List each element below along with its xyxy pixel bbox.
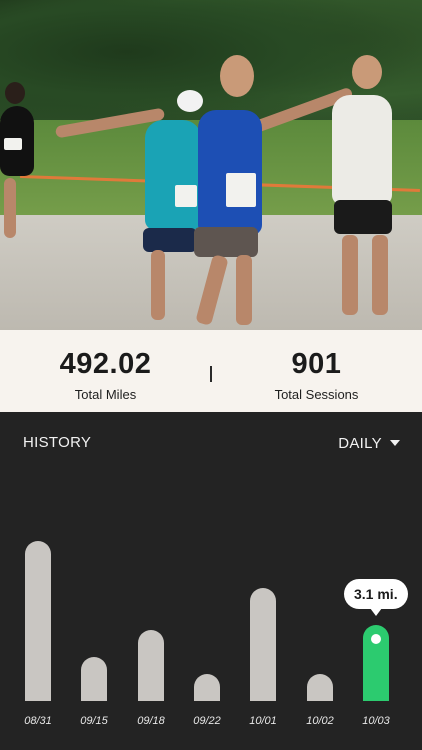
chart-bar[interactable] — [81, 657, 107, 701]
hero-photo — [0, 0, 422, 330]
runner-main — [54, 55, 354, 330]
chart-bar[interactable] — [307, 674, 333, 701]
x-axis-label: 08/31 — [24, 715, 52, 727]
runner-right — [322, 55, 422, 330]
x-axis-label: 10/03 — [362, 715, 390, 727]
x-axis-label: 09/22 — [193, 715, 221, 727]
total-miles-value: 492.02 — [59, 348, 152, 380]
total-miles-stat: 492.02 Total Miles — [0, 330, 211, 412]
total-sessions-value: 901 — [291, 348, 342, 380]
total-sessions-stat: 901 Total Sessions — [211, 330, 422, 412]
value-tooltip: 3.1 mi. — [344, 579, 408, 616]
x-axis-label: 10/02 — [306, 715, 334, 727]
total-sessions-label: Total Sessions — [274, 387, 359, 402]
history-panel: HISTORY DAILY 08/31 09/15 09/18 09/22 10/01 1… — [0, 412, 422, 750]
stats-summary: 492.02 Total Miles 901 Total Sessions — [0, 330, 422, 412]
chart-bar[interactable] — [194, 674, 220, 701]
history-bar-chart: 08/31 09/15 09/18 09/22 10/01 10/02 3.1 mi. 10/… — [0, 412, 422, 750]
chart-bar[interactable] — [25, 541, 51, 701]
chart-bar[interactable] — [138, 630, 164, 701]
selected-dot-icon — [371, 634, 381, 644]
total-miles-label: Total Miles — [74, 387, 137, 402]
chart-bar-selected[interactable] — [363, 625, 389, 701]
x-axis-label: 09/18 — [137, 715, 165, 727]
runner-left — [0, 82, 40, 252]
chart-bar[interactable] — [250, 588, 276, 701]
x-axis-label: 10/01 — [249, 715, 277, 727]
x-axis-label: 09/15 — [80, 715, 108, 727]
